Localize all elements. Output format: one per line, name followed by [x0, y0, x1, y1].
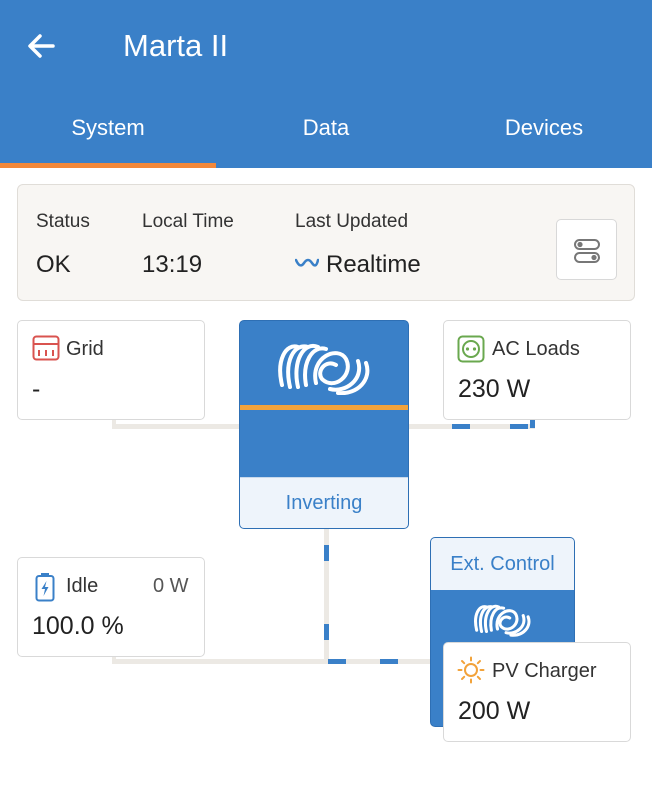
local-time-value: 13:19: [142, 251, 203, 278]
flow-dot: [328, 659, 346, 664]
sun-icon: [457, 656, 485, 684]
inverter-tile[interactable]: Inverting: [239, 320, 409, 529]
battery-state-label: Idle: [66, 575, 99, 597]
flow-dot: [510, 424, 528, 429]
last-updated-label: Last Updated: [295, 211, 409, 232]
status-value: OK: [36, 251, 71, 278]
ext-control-label: Ext. Control: [431, 538, 574, 590]
grid-meter-icon: [32, 335, 60, 361]
ac-loads-label: AC Loads: [492, 338, 580, 360]
battery-power: 0 W: [153, 575, 189, 597]
last-updated-value: Realtime: [326, 251, 421, 278]
flow-dot: [324, 545, 329, 561]
pv-charger-tile[interactable]: PV Charger 200 W: [443, 642, 631, 742]
status-card: Status OK Local Time 13:19 Last Updated …: [17, 184, 635, 301]
pv-charger-label: PV Charger: [492, 660, 597, 682]
toggle-switches-icon: [574, 239, 600, 263]
local-time-label: Local Time: [142, 211, 234, 232]
victron-logo-icon: [278, 343, 370, 395]
ac-loads-value: 230 W: [458, 375, 531, 403]
active-tab-indicator: [0, 163, 216, 168]
realtime-wave-icon: [295, 258, 319, 267]
tab-devices[interactable]: Devices: [436, 108, 652, 152]
page-title: Marta II: [123, 28, 229, 63]
flow-dot: [324, 624, 329, 640]
grid-value: -: [32, 375, 41, 403]
flow-dot: [530, 420, 535, 428]
flow-dot: [452, 424, 470, 429]
status-label: Status: [36, 211, 90, 232]
back-button[interactable]: [22, 26, 62, 66]
ac-loads-tile[interactable]: AC Loads 230 W: [443, 320, 631, 420]
switch-toggle-button[interactable]: [556, 219, 617, 280]
power-socket-icon: [457, 335, 485, 363]
battery-soc: 100.0 %: [32, 612, 124, 640]
battery-tile[interactable]: Idle 0 W 100.0 %: [17, 557, 205, 657]
tab-system[interactable]: System: [0, 108, 216, 152]
inverter-state: Inverting: [240, 477, 408, 528]
tab-data[interactable]: Data: [218, 108, 434, 152]
inverter-ac-bar: [240, 405, 408, 410]
battery-charging-icon: [35, 573, 55, 602]
grid-tile[interactable]: Grid -: [17, 320, 205, 420]
top-app-bar: Marta II System Data Devices: [0, 0, 652, 168]
grid-label: Grid: [66, 338, 104, 360]
grid-to-inverter-line: [112, 424, 240, 429]
arrow-left-icon: [28, 34, 55, 58]
flow-dot: [380, 659, 398, 664]
victron-logo-icon: [474, 604, 531, 637]
pv-charger-value: 200 W: [458, 697, 531, 725]
